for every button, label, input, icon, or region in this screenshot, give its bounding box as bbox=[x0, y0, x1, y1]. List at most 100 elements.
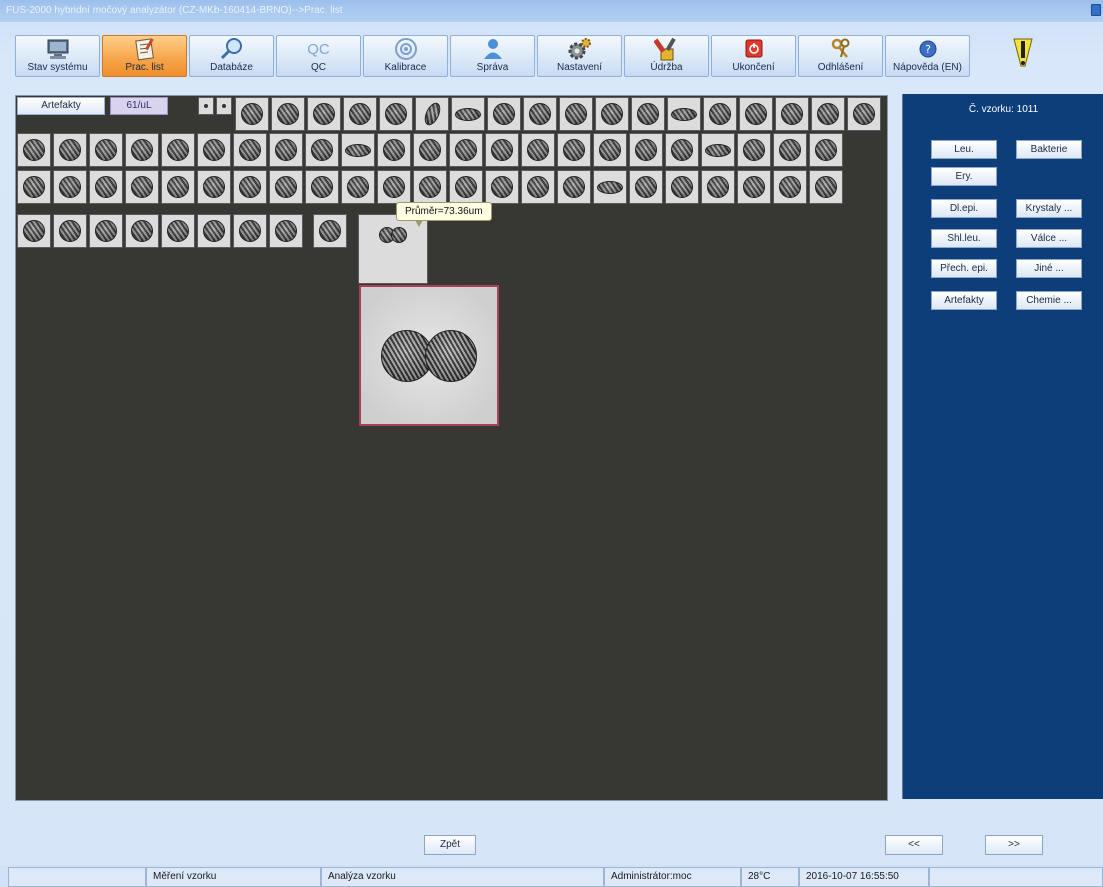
particle-thumbnail[interactable] bbox=[413, 170, 447, 204]
kalibrace-button[interactable]: Kalibrace bbox=[363, 35, 448, 77]
back-button[interactable]: Zpět bbox=[424, 835, 476, 855]
particle-thumbnail[interactable] bbox=[629, 133, 663, 167]
particle-thumbnail[interactable] bbox=[197, 170, 231, 204]
prac-list-button[interactable]: Prac. list bbox=[102, 35, 187, 77]
particle-thumbnail[interactable] bbox=[125, 170, 159, 204]
nastaveni-button[interactable]: Nastavení bbox=[537, 35, 622, 77]
particle-thumbnail[interactable] bbox=[305, 170, 339, 204]
particle-thumbnail[interactable] bbox=[847, 97, 881, 131]
previous-button[interactable]: << bbox=[885, 835, 943, 855]
warning-icon[interactable] bbox=[1003, 36, 1043, 76]
particle-thumbnail[interactable] bbox=[379, 97, 413, 131]
bakterie-button[interactable]: Bakterie bbox=[1016, 140, 1082, 159]
particle-thumbnail[interactable] bbox=[161, 133, 195, 167]
next-button[interactable]: >> bbox=[985, 835, 1043, 855]
particle-thumbnail[interactable] bbox=[17, 133, 51, 167]
particle-thumbnail[interactable] bbox=[53, 170, 87, 204]
particle-thumbnail[interactable] bbox=[271, 97, 305, 131]
dl-epi-button[interactable]: Dl.epi. bbox=[931, 199, 997, 218]
stav-systemu-button[interactable]: Stav systému bbox=[15, 35, 100, 77]
ery-button[interactable]: Ery. bbox=[931, 167, 997, 186]
particle-thumbnail[interactable] bbox=[17, 170, 51, 204]
particle-thumbnail[interactable] bbox=[125, 133, 159, 167]
particle-thumbnail[interactable] bbox=[305, 133, 339, 167]
particle-thumbnail[interactable] bbox=[809, 170, 843, 204]
qc-button[interactable]: QC QC bbox=[276, 35, 361, 77]
prech-epi-button[interactable]: Přech. epi. bbox=[931, 259, 997, 278]
particle-thumbnail[interactable] bbox=[523, 97, 557, 131]
particle-thumbnail[interactable] bbox=[485, 133, 519, 167]
particle-thumbnail[interactable] bbox=[773, 133, 807, 167]
particle-thumbnail[interactable] bbox=[557, 133, 591, 167]
particle-thumbnail[interactable] bbox=[521, 133, 555, 167]
particle-thumbnail[interactable] bbox=[487, 97, 521, 131]
ukonceni-button[interactable]: Ukončení bbox=[711, 35, 796, 77]
particle-thumbnail[interactable] bbox=[313, 214, 347, 248]
particle-thumbnail[interactable] bbox=[125, 214, 159, 248]
particle-thumbnail[interactable] bbox=[595, 97, 629, 131]
udrzba-button[interactable]: Údržba bbox=[624, 35, 709, 77]
window-corner-icon[interactable] bbox=[1091, 4, 1101, 16]
particle-thumbnail[interactable] bbox=[269, 170, 303, 204]
particle-thumbnail[interactable] bbox=[737, 170, 771, 204]
particle-thumbnail[interactable] bbox=[809, 133, 843, 167]
particle-thumbnail[interactable] bbox=[703, 97, 737, 131]
particle-thumbnail[interactable] bbox=[233, 133, 267, 167]
particle-thumbnail[interactable] bbox=[665, 133, 699, 167]
particle-thumbnail[interactable] bbox=[89, 214, 123, 248]
particle-thumbnail[interactable] bbox=[413, 133, 447, 167]
particle-thumbnail[interactable] bbox=[216, 97, 232, 115]
particle-thumbnail[interactable] bbox=[593, 170, 627, 204]
sprava-button[interactable]: Správa bbox=[450, 35, 535, 77]
shl-leu-button[interactable]: Shl.leu. bbox=[931, 229, 997, 248]
valce-button[interactable]: Válce ... bbox=[1016, 229, 1082, 248]
particle-thumbnail[interactable] bbox=[161, 214, 195, 248]
particle-thumbnail[interactable] bbox=[665, 170, 699, 204]
particle-thumbnail[interactable] bbox=[701, 133, 735, 167]
particle-thumbnail[interactable] bbox=[593, 133, 627, 167]
particle-thumbnail[interactable] bbox=[451, 97, 485, 131]
particle-thumbnail[interactable] bbox=[557, 170, 591, 204]
particle-thumbnail[interactable] bbox=[89, 133, 123, 167]
databaze-button[interactable]: Databáze bbox=[189, 35, 274, 77]
particle-thumbnail[interactable] bbox=[89, 170, 123, 204]
particle-thumbnail[interactable] bbox=[629, 170, 663, 204]
particle-thumbnail[interactable] bbox=[198, 97, 214, 115]
particle-thumbnail[interactable] bbox=[485, 170, 519, 204]
particle-thumbnail[interactable] bbox=[775, 97, 809, 131]
particle-thumbnail[interactable] bbox=[235, 97, 269, 131]
particle-thumbnail[interactable] bbox=[197, 214, 231, 248]
particle-thumbnail[interactable] bbox=[377, 133, 411, 167]
particle-thumbnail[interactable] bbox=[17, 214, 51, 248]
krystaly-button[interactable]: Krystaly ... bbox=[1016, 199, 1082, 218]
particle-thumbnail[interactable] bbox=[53, 133, 87, 167]
particle-thumbnail[interactable] bbox=[341, 133, 375, 167]
particle-thumbnail[interactable] bbox=[269, 133, 303, 167]
particle-thumbnail[interactable] bbox=[667, 97, 701, 131]
particle-thumbnail[interactable] bbox=[739, 97, 773, 131]
chemie-button[interactable]: Chemie ... bbox=[1016, 291, 1082, 310]
artefakty-button[interactable]: Artefakty bbox=[931, 291, 997, 310]
napoveda-button[interactable]: ? Nápověda (EN) bbox=[885, 35, 970, 77]
particle-thumbnail[interactable] bbox=[811, 97, 845, 131]
particle-thumbnail[interactable] bbox=[161, 170, 195, 204]
particle-thumbnail[interactable] bbox=[307, 97, 341, 131]
particle-thumbnail[interactable] bbox=[53, 214, 87, 248]
particle-thumbnail[interactable] bbox=[233, 170, 267, 204]
particle-thumbnail[interactable] bbox=[269, 214, 303, 248]
particle-thumbnail[interactable] bbox=[415, 97, 449, 131]
particle-thumbnail[interactable] bbox=[449, 170, 483, 204]
particle-thumbnail[interactable] bbox=[341, 170, 375, 204]
particle-thumbnail[interactable] bbox=[233, 214, 267, 248]
particle-thumbnail[interactable] bbox=[559, 97, 593, 131]
particle-thumbnail[interactable] bbox=[449, 133, 483, 167]
odhlaseni-button[interactable]: Odhlášení bbox=[798, 35, 883, 77]
particle-thumbnail[interactable] bbox=[773, 170, 807, 204]
particle-thumbnail[interactable] bbox=[737, 133, 771, 167]
particle-thumbnail[interactable] bbox=[377, 170, 411, 204]
jine-button[interactable]: Jiné ... bbox=[1016, 259, 1082, 278]
particle-thumbnail[interactable] bbox=[197, 133, 231, 167]
particle-thumbnail[interactable] bbox=[521, 170, 555, 204]
particle-thumbnail[interactable] bbox=[701, 170, 735, 204]
particle-thumbnail[interactable] bbox=[343, 97, 377, 131]
